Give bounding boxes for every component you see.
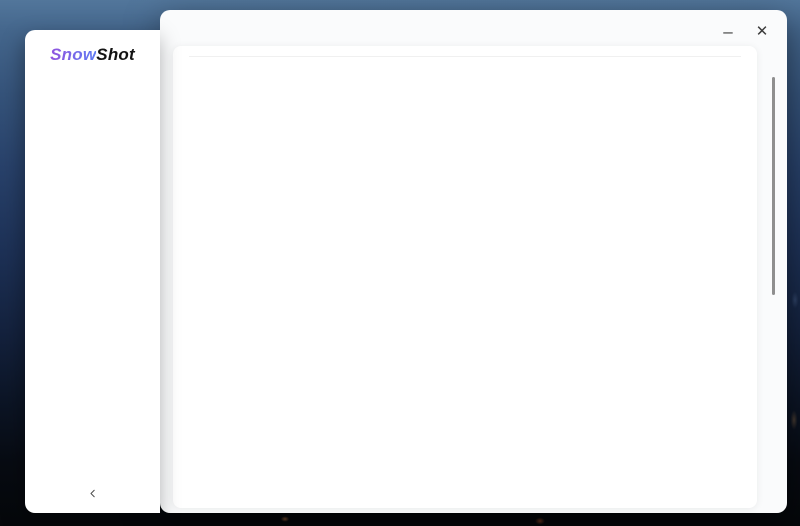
titlebar: – ✕ (160, 10, 787, 46)
scrollbar-thumb[interactable] (772, 77, 775, 295)
app-logo: SnowShot (25, 45, 160, 65)
close-button[interactable]: ✕ (747, 20, 777, 42)
desktop-background: – ✕ SnowShot (0, 0, 800, 526)
minimize-button[interactable]: – (713, 20, 743, 42)
logo-part2: Shot (96, 45, 135, 64)
app-window: – ✕ (160, 10, 787, 513)
collapse-sidebar-button[interactable] (84, 485, 101, 505)
sidebar: SnowShot (25, 30, 160, 513)
logo-part1: Snow (50, 45, 97, 64)
tab-bar (189, 46, 741, 57)
content-card (173, 46, 757, 508)
chevron-left-icon (86, 487, 99, 503)
